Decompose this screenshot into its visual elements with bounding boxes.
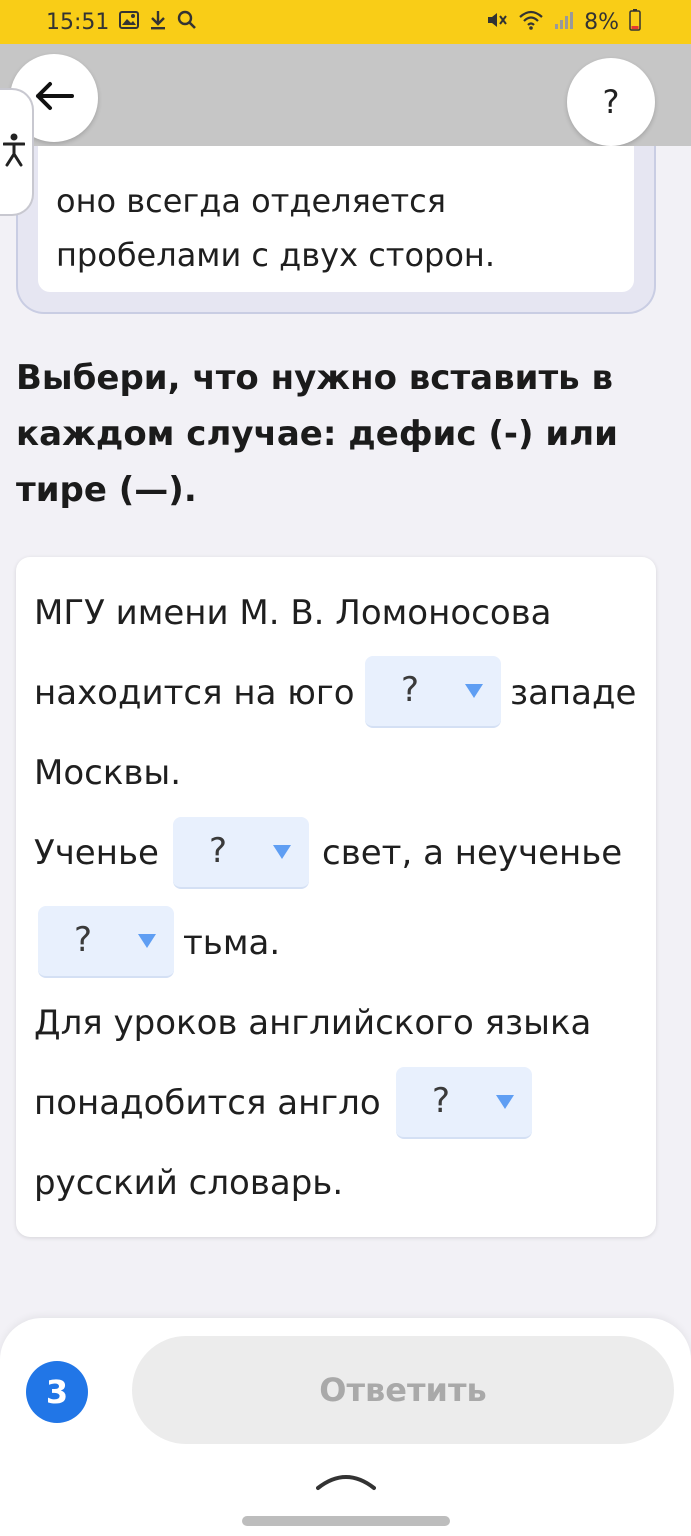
tip-line: оно всегда отделяется xyxy=(56,182,447,220)
help-button[interactable]: ? xyxy=(567,58,655,146)
dash-dropdown-2[interactable]: ? xyxy=(173,817,309,889)
battery-percent: 8% xyxy=(584,9,619,35)
search-icon xyxy=(177,10,197,35)
triangle-down-icon xyxy=(496,1095,514,1109)
gallery-icon xyxy=(119,10,140,34)
bottom-sheet: 3 Ответить xyxy=(0,1318,691,1536)
status-time: 15:51 xyxy=(46,9,110,35)
signal-icon xyxy=(554,10,574,35)
status-right: 8% xyxy=(486,8,641,36)
battery-icon xyxy=(629,8,641,36)
mute-icon xyxy=(486,10,508,35)
download-icon xyxy=(149,10,167,35)
sentence-text: Москвы. xyxy=(34,753,182,793)
tip-text: оно всегда отделяется пробелами с двух с… xyxy=(38,146,634,292)
sentence-text: свет, а неученье xyxy=(322,833,623,873)
dash-dropdown-3[interactable]: ? xyxy=(38,906,174,978)
task-instruction: Выбери, что нужно вставить в каждом случ… xyxy=(16,358,618,510)
sentence-text: русский словарь. xyxy=(34,1163,344,1203)
dropdown-value: ? xyxy=(432,1081,451,1121)
wifi-icon xyxy=(518,10,544,35)
home-indicator[interactable] xyxy=(242,1516,450,1526)
sentence-text: Для уроков английского языка xyxy=(34,1003,592,1043)
sentence-text: МГУ имени М. В. Ломоносова xyxy=(34,593,552,633)
dash-dropdown-1[interactable]: ? xyxy=(365,656,501,728)
exercise-card: МГУ имени М. В. Ломоносова находится на … xyxy=(16,557,656,1237)
accessibility-icon xyxy=(2,133,26,171)
dash-dropdown-4[interactable]: ? xyxy=(396,1067,532,1139)
toolbar: ? xyxy=(0,44,691,146)
task-counter-badge: 3 xyxy=(26,1361,88,1423)
sentence-text: находится на юго xyxy=(34,673,355,713)
sentence-text: Ученье xyxy=(34,833,159,873)
triangle-down-icon xyxy=(138,934,156,948)
answer-button[interactable]: Ответить xyxy=(132,1336,674,1444)
arrow-left-icon xyxy=(34,81,74,115)
dropdown-value: ? xyxy=(74,920,93,960)
status-bar: 15:51 8% xyxy=(0,0,691,44)
accessibility-button[interactable] xyxy=(0,88,34,216)
chevron-up-icon[interactable] xyxy=(316,1470,376,1494)
dropdown-value: ? xyxy=(401,670,420,710)
sentence-text: западе xyxy=(510,673,637,713)
tip-card: оно всегда отделяется пробелами с двух с… xyxy=(16,146,656,314)
sentence-text: понадобится англо xyxy=(34,1083,381,1123)
triangle-down-icon xyxy=(273,845,291,859)
dropdown-value: ? xyxy=(209,831,228,871)
triangle-down-icon xyxy=(465,684,483,698)
sentence-text: тьма. xyxy=(183,923,281,963)
status-left: 15:51 xyxy=(46,10,197,35)
tip-line: пробелами с двух сторон. xyxy=(56,236,495,274)
